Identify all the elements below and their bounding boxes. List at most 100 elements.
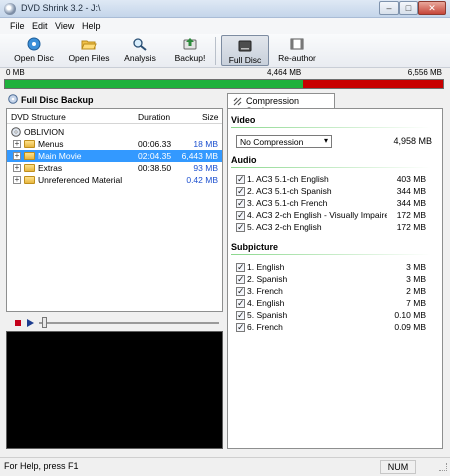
tree-header: DVD Structure Duration Size (7, 109, 222, 124)
size-bar (4, 79, 444, 89)
audio-track-row[interactable]: ✓ 1. AC3 5.1-ch English 403 MB (236, 174, 434, 186)
stop-icon[interactable] (15, 320, 21, 326)
checkbox[interactable]: ✓ (236, 211, 245, 220)
tree-item-duration: 02:04.35 (138, 151, 172, 161)
subpicture-track-label: 4. English (247, 298, 285, 308)
status-bar: For Help, press F1 NUM (0, 457, 450, 476)
audio-track-label: 3. AC3 5.1-ch French (247, 198, 328, 208)
size-min-label: 0 MB (6, 68, 25, 77)
expand-icon[interactable]: + (13, 164, 21, 172)
audio-track-size: 344 MB (396, 186, 426, 196)
tree-root-label: OBLIVION (24, 127, 65, 137)
audio-track-size: 172 MB (396, 210, 426, 220)
dvd-structure-tree[interactable]: DVD Structure Duration Size OBLIVION + M… (6, 108, 223, 312)
tree-root[interactable]: OBLIVION (7, 126, 222, 138)
checkbox[interactable]: ✓ (236, 299, 245, 308)
expand-icon[interactable]: + (13, 152, 21, 160)
menu-help[interactable]: Help (82, 21, 101, 31)
resize-grip[interactable] (439, 463, 447, 471)
open-disc-button[interactable]: Open Disc (10, 34, 58, 68)
minimize-button[interactable]: – (379, 1, 399, 15)
settings-icon (233, 97, 242, 106)
open-disc-label: Open Disc (14, 53, 54, 63)
subpicture-track-row[interactable]: ✓ 6. French 0.09 MB (236, 322, 434, 334)
checkbox[interactable]: ✓ (236, 311, 245, 320)
re-author-button[interactable]: Re-author (274, 34, 320, 68)
audio-track-row[interactable]: ✓ 3. AC3 5.1-ch French 344 MB (236, 198, 434, 210)
tree-row-unreferenced[interactable]: + Unreferenced Material 0.42 MB (7, 174, 222, 186)
tree-item-size: 6,443 MB (181, 151, 218, 161)
checkbox[interactable]: ✓ (236, 223, 245, 232)
tree-row-menus[interactable]: + Menus 00:06.33 18 MB (7, 138, 222, 150)
compression-settings-panel: Video No Compression ▾ 4,958 MB Audio ✓ … (227, 108, 443, 449)
maximize-button[interactable]: □ (399, 1, 418, 15)
tree-row-extras[interactable]: + Extras 00:38.50 93 MB (7, 162, 222, 174)
subpicture-track-row[interactable]: ✓ 3. French 2 MB (236, 286, 434, 298)
tree-item-size: 93 MB (193, 163, 218, 173)
subpicture-track-size: 0.09 MB (394, 322, 426, 332)
open-files-label: Open Files (68, 53, 110, 63)
audio-track-row[interactable]: ✓ 2. AC3 5.1-ch Spanish 344 MB (236, 186, 434, 198)
status-help-text: For Help, press F1 (4, 461, 79, 471)
analysis-button[interactable]: Analysis (118, 34, 162, 68)
tree-item-duration: 00:38.50 (138, 163, 172, 173)
subpicture-track-size: 3 MB (406, 262, 426, 272)
subpicture-track-size: 3 MB (406, 274, 426, 284)
audio-track-size: 344 MB (396, 198, 426, 208)
tree-item-name: Unreferenced Material (38, 175, 123, 185)
menu-view[interactable]: View (55, 21, 74, 31)
expand-icon[interactable]: + (13, 176, 21, 184)
column-size[interactable]: Size (202, 112, 219, 122)
video-compression-select[interactable]: No Compression ▾ (236, 135, 332, 148)
full-disc-button[interactable]: Full Disc (221, 35, 269, 66)
menu-bar: File Edit View Help (0, 18, 450, 34)
audio-track-label: 1. AC3 5.1-ch English (247, 174, 329, 184)
menu-file[interactable]: File (10, 21, 25, 31)
checkbox[interactable]: ✓ (236, 199, 245, 208)
column-dvd-structure[interactable]: DVD Structure (11, 112, 66, 122)
section-divider (231, 127, 431, 128)
checkbox[interactable]: ✓ (236, 175, 245, 184)
audio-track-label: 4. AC3 2-ch English - Visually Impaired (247, 210, 387, 220)
subpicture-track-label: 6. French (247, 322, 283, 332)
checkbox[interactable]: ✓ (236, 275, 245, 284)
subpicture-track-row[interactable]: ✓ 4. English 7 MB (236, 298, 434, 310)
subpicture-track-row[interactable]: ✓ 2. Spanish 3 MB (236, 274, 434, 286)
video-preview (6, 331, 223, 449)
subpicture-track-row[interactable]: ✓ 1. English 3 MB (236, 262, 434, 274)
column-duration[interactable]: Duration (138, 112, 170, 122)
tree-row-main-movie[interactable]: + Main Movie 02:04.35 6,443 MB (7, 150, 222, 162)
close-button[interactable]: ✕ (418, 1, 446, 15)
tab-compression-settings[interactable]: Compression Settings (227, 93, 335, 116)
video-size: 4,958 MB (393, 136, 432, 146)
open-files-button[interactable]: Open Files (62, 34, 116, 68)
checkbox[interactable]: ✓ (236, 263, 245, 272)
chevron-down-icon: ▾ (323, 136, 328, 145)
audio-track-row[interactable]: ✓ 5. AC3 2-ch English 172 MB (236, 222, 434, 234)
full-disc-label: Full Disc (228, 55, 262, 65)
folder-icon (24, 176, 35, 184)
tree-item-size: 0.42 MB (186, 175, 218, 185)
checkbox[interactable]: ✓ (236, 187, 245, 196)
tree-item-name: Main Movie (38, 151, 82, 161)
tree-item-size: 18 MB (193, 139, 218, 149)
size-mid-label: 4,464 MB (267, 68, 302, 77)
analysis-label: Analysis (124, 53, 156, 63)
expand-icon[interactable]: + (13, 140, 21, 148)
magnify-icon (133, 38, 147, 51)
title-bar: DVD Shrink 3.2 - J:\ – □ ✕ (0, 0, 450, 18)
size-scale: 0 MB 4,464 MB 6,556 MB (0, 68, 450, 79)
seek-track[interactable] (39, 322, 219, 324)
audio-track-size: 172 MB (396, 222, 426, 232)
subpicture-track-row[interactable]: ✓ 5. Spanish 0.10 MB (236, 310, 434, 322)
play-icon[interactable] (27, 319, 34, 327)
menu-edit[interactable]: Edit (32, 21, 48, 31)
checkbox[interactable]: ✓ (236, 287, 245, 296)
backup-button[interactable]: Backup! (170, 34, 210, 68)
seek-slider[interactable] (42, 317, 47, 328)
size-max-label: 6,556 MB (407, 68, 442, 77)
audio-track-row[interactable]: ✓ 4. AC3 2-ch English - Visually Impaire… (236, 210, 434, 222)
open-folder-icon (81, 40, 97, 50)
film-icon (290, 38, 304, 50)
checkbox[interactable]: ✓ (236, 323, 245, 332)
